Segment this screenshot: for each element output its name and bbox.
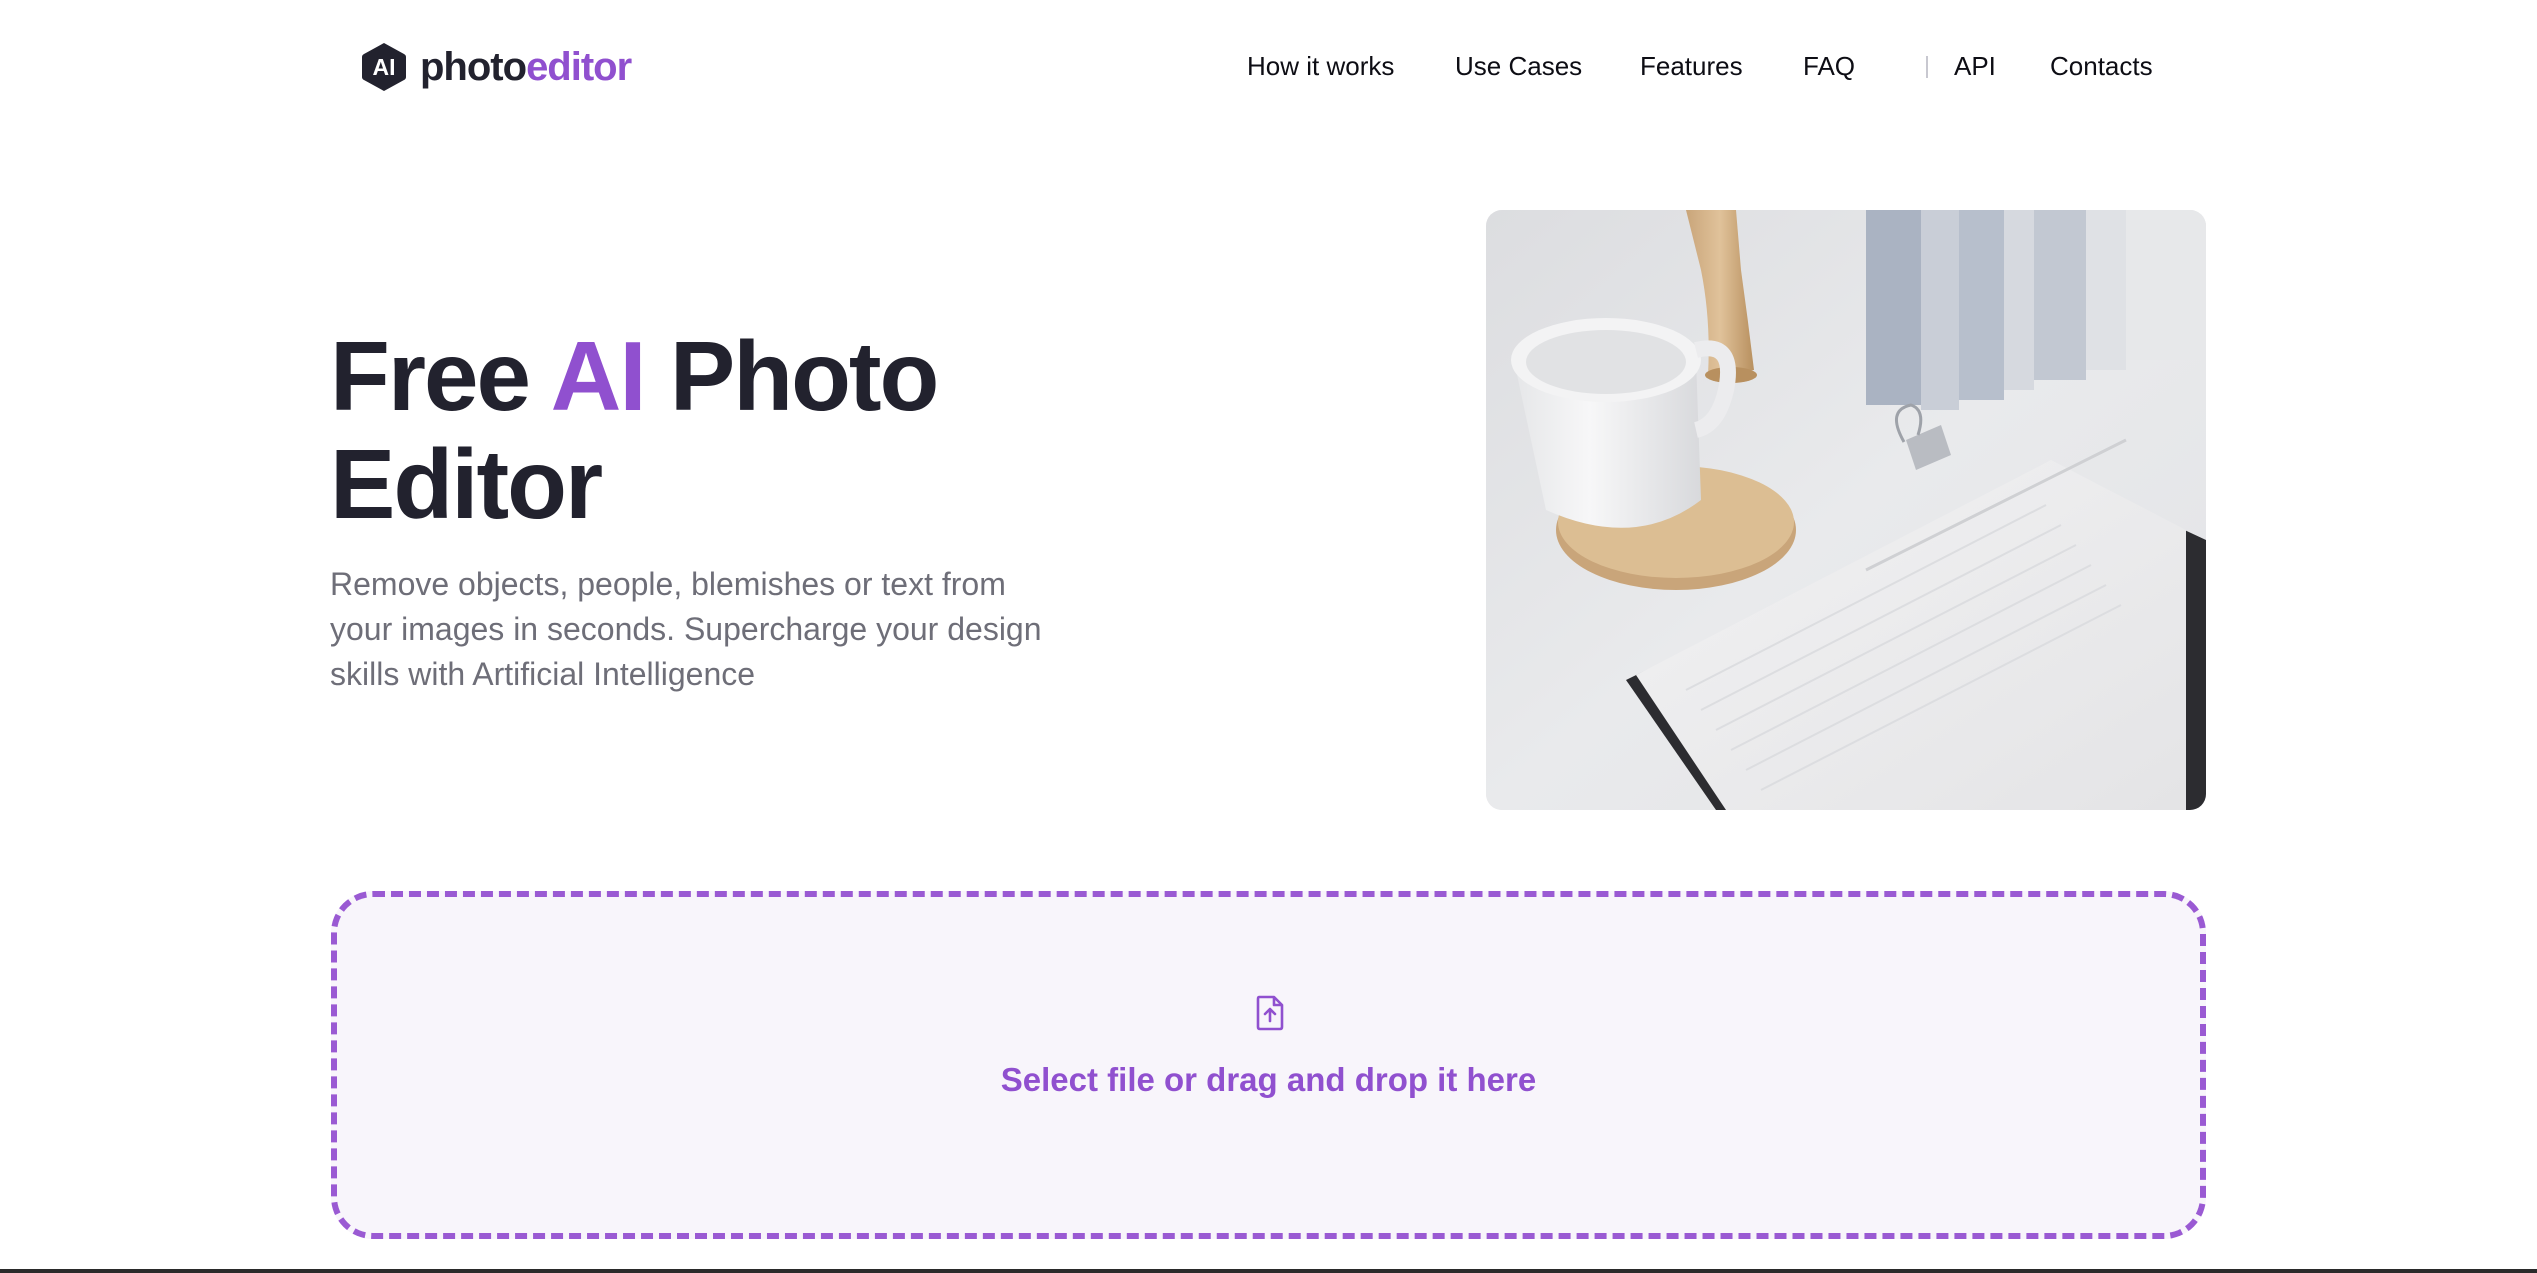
logo-link[interactable]: AI photoeditor (360, 41, 632, 93)
hero-title-part1: Free (330, 321, 551, 431)
logo-mark: AI (360, 41, 408, 93)
file-upload-icon (1256, 995, 1284, 1031)
viewport-bottom-edge (0, 1269, 2537, 1273)
site-header: AI photoeditor How it works Use Cases Fe… (0, 0, 2537, 135)
logo-wordmark: photoeditor (420, 41, 632, 93)
nav-contacts[interactable]: Contacts (2050, 44, 2153, 88)
nav-features[interactable]: Features (1640, 44, 1743, 88)
hero-subtitle: Remove objects, people, blemishes or tex… (330, 566, 1042, 692)
hero-title: Free AI Photo Editor (330, 322, 1190, 538)
hero-title-accent: AI (550, 321, 647, 431)
nav-api[interactable]: API (1954, 44, 1996, 88)
nav-faq[interactable]: FAQ (1803, 44, 1855, 88)
page: AI photoeditor How it works Use Cases Fe… (0, 0, 2537, 1273)
logo-mark-text: AI (372, 54, 396, 80)
hero-image (1486, 210, 2206, 810)
upload-instruction: Select file or drag and drop it here (1000, 1061, 1537, 1098)
nav-how-it-works[interactable]: How it works (1247, 44, 1394, 88)
upload-dropzone[interactable]: Select file or drag and drop it here (331, 891, 2206, 1239)
nav-use-cases[interactable]: Use Cases (1455, 44, 1582, 88)
logo-word-editor: editor (526, 45, 632, 89)
nav-divider (1926, 56, 1928, 78)
logo-word-photo: photo (420, 45, 527, 89)
desk-photo-illustration (1486, 210, 2206, 810)
